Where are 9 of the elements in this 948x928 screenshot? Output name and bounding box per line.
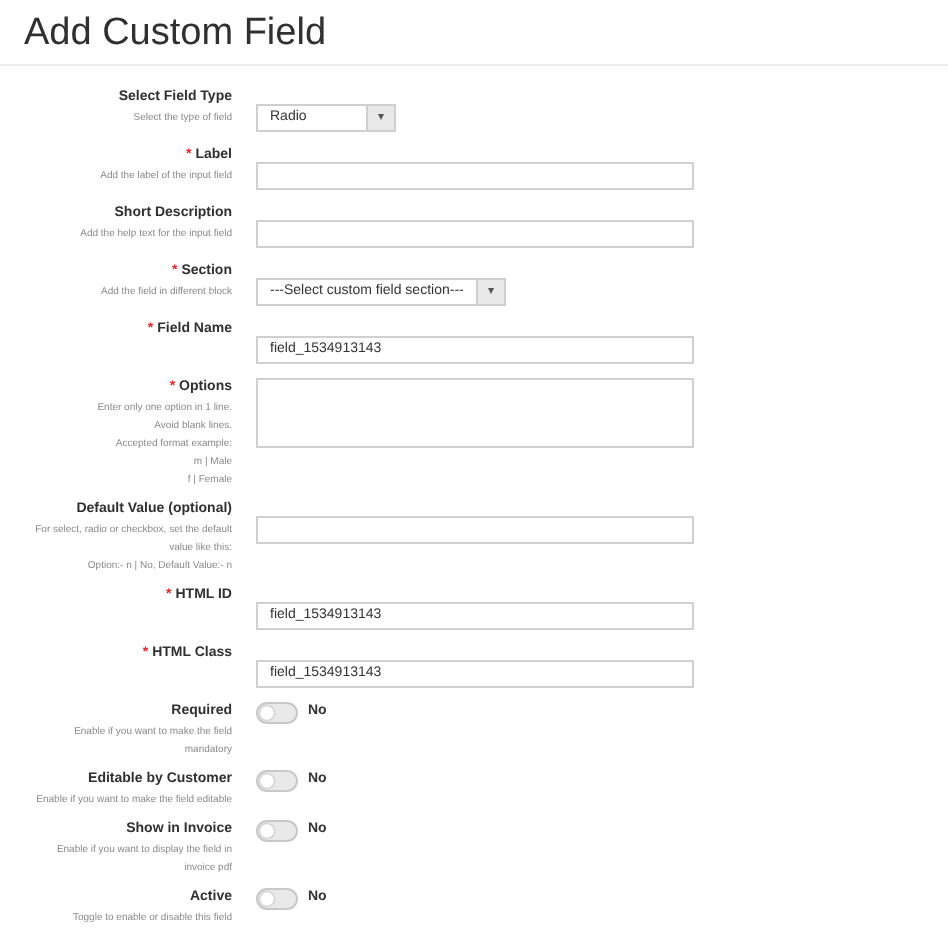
toggle-switch[interactable] [256,702,298,724]
text-field[interactable] [256,515,694,543]
toggle-switch[interactable] [256,820,298,842]
options-textarea[interactable] [256,378,694,448]
text-field[interactable] [256,161,694,189]
text-field[interactable] [256,219,694,247]
page-title: Add Custom Field [24,12,329,56]
toggle-switch[interactable] [256,888,298,910]
toggle-switch[interactable] [256,770,298,792]
